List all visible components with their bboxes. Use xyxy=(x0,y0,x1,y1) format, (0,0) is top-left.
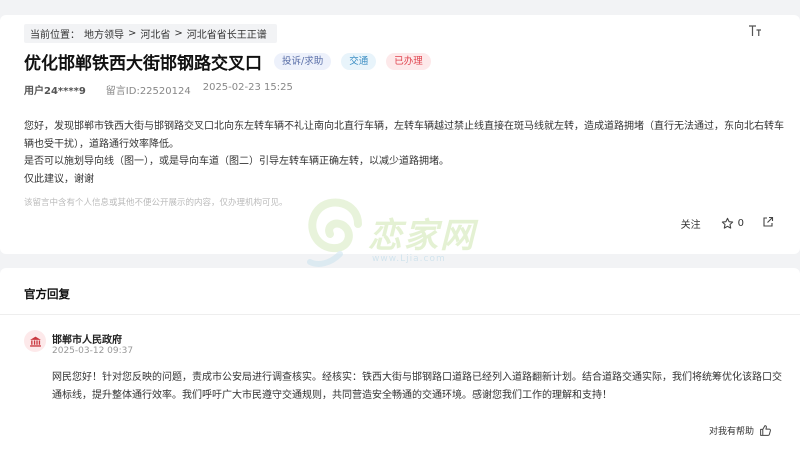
post-datetime: 2025-02-23 15:25 xyxy=(202,82,293,93)
breadcrumb-prefix: 当前位置： xyxy=(30,30,80,41)
breadcrumb-item-governor[interactable]: 河北省省长王正谱 xyxy=(187,26,267,41)
star-icon xyxy=(721,217,733,229)
category-tag: 交通 xyxy=(341,52,377,70)
divider xyxy=(0,314,800,315)
helpful-label: 对我有帮助 xyxy=(708,427,754,437)
government-building-icon xyxy=(29,336,41,347)
breadcrumb-separator: > xyxy=(174,28,183,39)
message-card: 当前位置： 地方领导 > 河北省 > 河北省省长王正谱 优化邯郸铁西大街邯钢路交… xyxy=(0,15,800,254)
reply-org-name: 邯郸市人民政府 xyxy=(52,335,122,346)
content-paragraph: 仅此建议，谢谢 xyxy=(24,173,94,185)
reply-datetime: 2025-03-12 09:37 xyxy=(52,346,134,356)
watermark-url: www.Ljia.com xyxy=(372,254,446,264)
message-content: 您好，发现邯郸市铁西大街与邯钢路交叉口北向东左转车辆不礼让南向北直行车辆，左转车… xyxy=(24,118,784,188)
follow-button[interactable]: 关注 xyxy=(681,216,701,231)
privacy-note: 该留言中含有个人信息或其他不便公开展示的内容，仅办理机构可见。 xyxy=(24,198,288,208)
avatar xyxy=(24,330,46,352)
message-id: 留言ID:22520124 xyxy=(105,86,191,97)
breadcrumb-item-hebei[interactable]: 河北省 xyxy=(140,26,170,41)
post-meta: 用户24****9 留言ID:22520124 2025-02-23 15:25 xyxy=(24,82,293,97)
status-badge: 已办理 xyxy=(386,52,431,70)
reply-content: 网民您好！针对您反映的问题，责成市公安局进行调查核实。经核实：铁西大街与邯钢路口… xyxy=(52,372,782,401)
breadcrumb-separator: > xyxy=(128,28,137,39)
title-row: 优化邯郸铁西大街邯钢路交叉口 投诉/求助 交通 已办理 xyxy=(24,49,441,74)
content-paragraph: 您好，发现邯郸市铁西大街与邯钢路交叉口北向东左转车辆不礼让南向北直行车辆，左转车… xyxy=(24,121,784,150)
breadcrumb-item-local-leaders[interactable]: 地方领导 xyxy=(84,26,124,41)
page-title: 优化邯郸铁西大街邯钢路交叉口 xyxy=(24,53,262,74)
share-button[interactable] xyxy=(762,216,774,231)
font-size-icon[interactable] xyxy=(748,25,762,40)
thumbs-up-icon xyxy=(760,425,771,436)
type-tag: 投诉/求助 xyxy=(274,52,332,70)
reply-section-title: 官方回复 xyxy=(24,287,70,301)
star-count: 0 xyxy=(737,218,744,229)
breadcrumb: 当前位置： 地方领导 > 河北省 > 河北省省长王正谱 xyxy=(24,24,277,43)
share-icon xyxy=(763,216,774,227)
user-name: 用户24****9 xyxy=(24,86,86,97)
content-paragraph: 是否可以施划导向线（图一），或是导向车道（图二）引导左转车辆正确左转，以减少道路… xyxy=(24,156,449,167)
official-reply-card: 官方回复 邯郸市人民政府 2025-03-12 09:37 网民您好！针对您反映… xyxy=(0,268,800,471)
star-button[interactable]: 0 xyxy=(721,217,744,230)
helpful-button[interactable]: 对我有帮助 xyxy=(709,424,772,437)
post-actions: 关注 0 xyxy=(681,216,774,231)
